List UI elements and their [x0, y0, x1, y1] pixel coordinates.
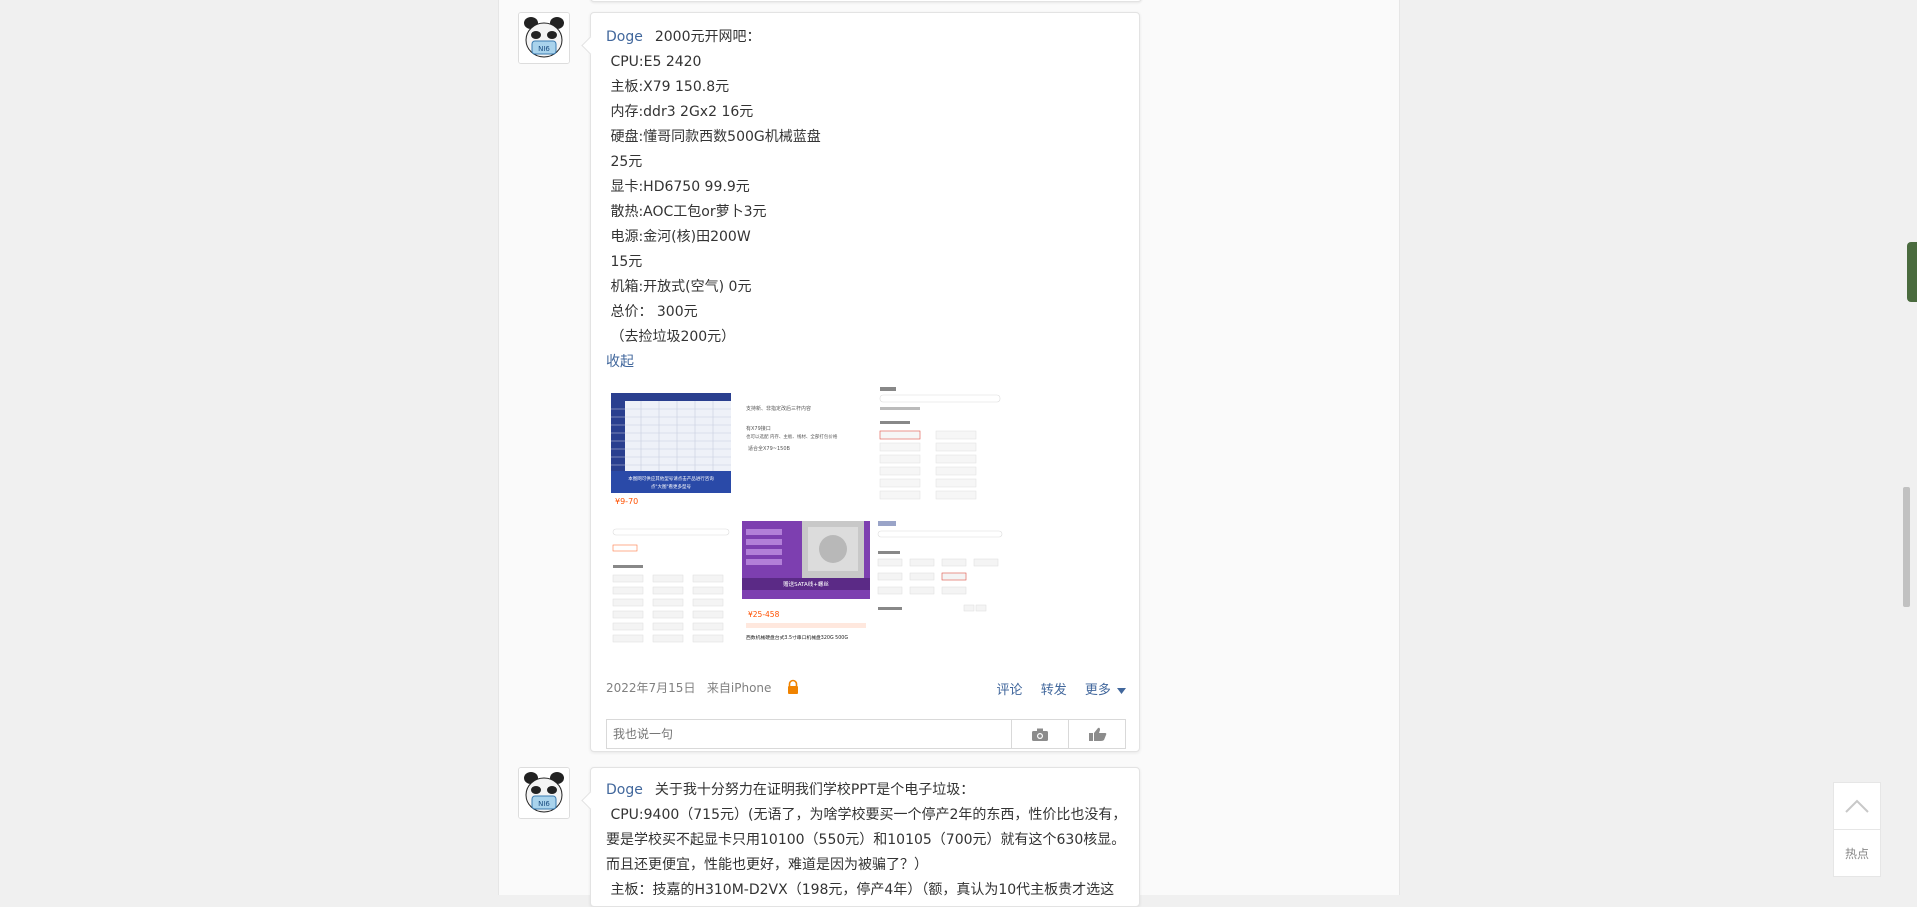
repost-button[interactable]: 转发 — [1041, 683, 1067, 698]
camera-icon — [1032, 728, 1048, 741]
author-link[interactable]: Doge — [606, 29, 643, 45]
hot-topics-button[interactable]: 热点 — [1833, 830, 1881, 877]
image-thumbnail[interactable] — [611, 521, 731, 655]
svg-text:本图网可供应其他型号请点击产品进行咨询: 本图网可供应其他型号请点击产品进行咨询 — [628, 475, 714, 482]
svg-text:适合全X79~150B: 适合全X79~150B — [748, 445, 791, 452]
post-card: Doge 关于我十分努力在证明我们学校PPT是个电子垃圾： CPU:9400（71… — [581, 767, 1140, 907]
image-thumbnail[interactable]: 赠送SATA线+螺丝 ¥25-458 西数机械硬盘台式3.5寸串口机械盘320G… — [742, 521, 870, 655]
lock-icon — [786, 679, 800, 695]
chevron-up-icon — [1845, 799, 1869, 813]
side-widget-tab[interactable] — [1907, 242, 1917, 302]
image-thumbnail[interactable] — [876, 521, 1004, 655]
svg-text:NI6: NI6 — [538, 800, 550, 808]
image-thumbnail[interactable]: 本图网可供应其他型号请点击产品进行咨询 点"大图"看更多型号 ¥9-70 — [611, 385, 731, 513]
image-thumbnail[interactable] — [876, 385, 1004, 513]
back-to-top-button[interactable] — [1833, 782, 1881, 830]
floating-toolbar: 热点 — [1833, 782, 1881, 877]
avatar[interactable]: NI6 — [518, 767, 570, 819]
svg-text:有X79接口: 有X79接口 — [746, 425, 771, 432]
panda-avatar-icon: NI6 — [519, 13, 569, 63]
image-thumbnail[interactable]: 支持新、非指定改后三杆内容 有X79接口 也可以选配 内存、主板、线材、全部打包… — [742, 385, 870, 513]
svg-text:点"大图"看更多型号: 点"大图"看更多型号 — [651, 483, 692, 490]
svg-text:西数机械硬盘台式3.5寸串口机械盘320G 500G: 西数机械硬盘台式3.5寸串口机械盘320G 500G — [746, 634, 848, 641]
comment-button[interactable]: 评论 — [997, 683, 1023, 698]
svg-text:¥25-458: ¥25-458 — [748, 610, 780, 619]
camera-button[interactable] — [1011, 720, 1068, 748]
post-source: 来自iPhone — [706, 681, 772, 695]
post-meta: 2022年7月15日 来自iPhone 评论 转发 更多 — [606, 679, 1126, 698]
comment-input[interactable] — [607, 720, 1019, 748]
post-text: Doge 关于我十分努力在证明我们学校PPT是个电子垃圾： CPU:9400（71… — [606, 782, 1127, 898]
comment-box — [606, 719, 1126, 749]
scrollbar-thumb[interactable] — [1903, 487, 1910, 607]
post-card: Doge 2000元开网吧： CPU:E5 2420 主板:X79 150.8元 … — [581, 12, 1140, 752]
previous-post-card-edge — [590, 0, 1142, 2]
svg-text:¥9-70: ¥9-70 — [615, 497, 638, 506]
panda-avatar-icon: NI6 — [519, 768, 569, 818]
like-button[interactable] — [1068, 720, 1126, 748]
svg-text:NI6: NI6 — [538, 45, 550, 53]
author-link[interactable]: Doge — [606, 782, 643, 798]
svg-text:支持新、非指定改后三杆内容: 支持新、非指定改后三杆内容 — [746, 405, 811, 412]
post-text: Doge 2000元开网吧： CPU:E5 2420 主板:X79 150.8元 … — [606, 29, 821, 370]
thumbs-up-icon — [1088, 727, 1106, 741]
image-grid: 本图网可供应其他型号请点击产品进行咨询 点"大图"看更多型号 ¥9-70 支持新… — [606, 385, 1006, 655]
svg-text:赠送SATA线+螺丝: 赠送SATA线+螺丝 — [783, 580, 829, 588]
svg-text:也可以选配 内存、主板、线材、全部打包价格: 也可以选配 内存、主板、线材、全部打包价格 — [746, 433, 838, 440]
avatar[interactable]: NI6 — [518, 12, 570, 64]
post-date: 2022年7月15日 — [606, 681, 696, 695]
collapse-link[interactable]: 收起 — [606, 354, 634, 370]
more-button[interactable]: 更多 — [1085, 683, 1126, 698]
chevron-down-icon — [1117, 688, 1126, 694]
